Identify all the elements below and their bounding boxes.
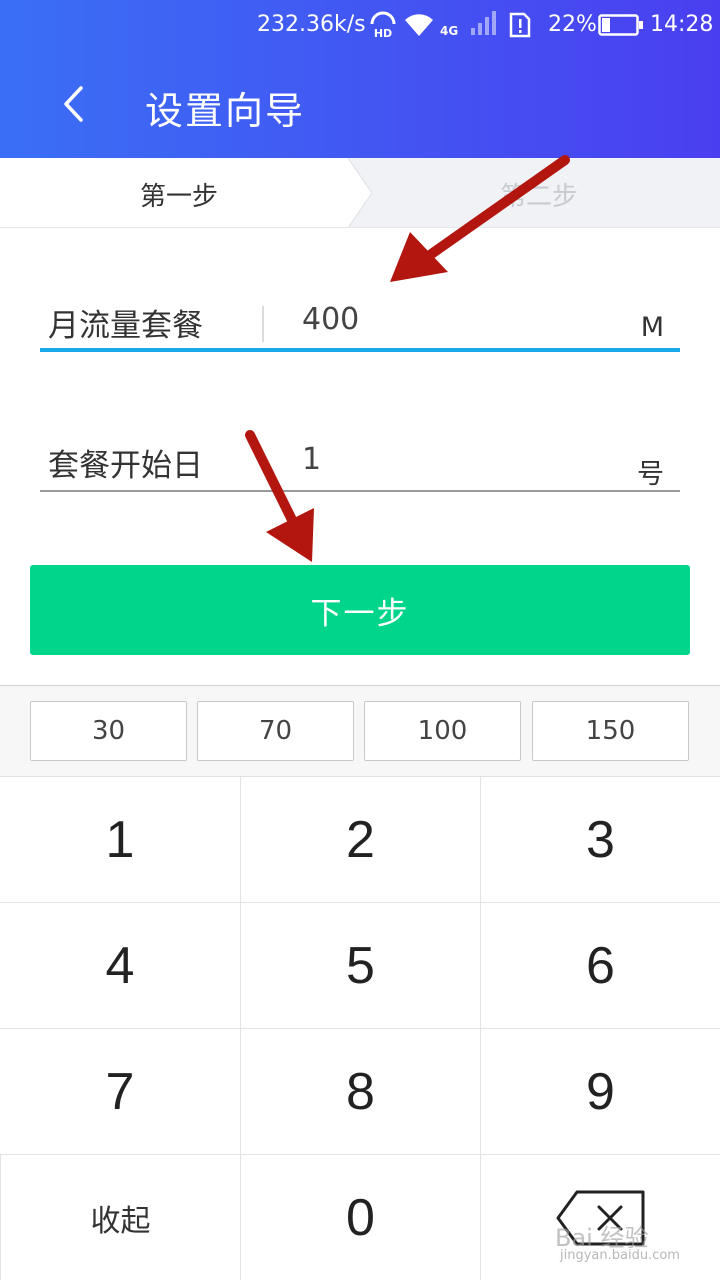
plan-start-day-field[interactable]: 套餐开始日 1 号: [40, 440, 680, 510]
monthly-plan-label: 月流量套餐: [48, 308, 203, 344]
signal-icon: [470, 10, 498, 43]
key-5[interactable]: 5: [241, 903, 481, 1029]
input-underline: [40, 490, 680, 492]
network-speed: 232.36k/s: [257, 12, 366, 37]
quick-value-button[interactable]: 30: [30, 701, 187, 761]
field-divider: [262, 306, 264, 342]
app-header: 232.36k/s HD 4G 22% 14:28 设置向导: [0, 0, 720, 158]
key-0[interactable]: 0: [241, 1155, 481, 1280]
hd-icon: HD: [368, 10, 398, 47]
key-2[interactable]: 2: [241, 777, 481, 903]
quick-value-button[interactable]: 100: [364, 701, 521, 761]
monthly-plan-field[interactable]: 月流量套餐 400 M: [40, 300, 680, 370]
title-bar: 设置向导: [0, 60, 720, 150]
wifi-icon: [404, 12, 434, 45]
key-4[interactable]: 4: [0, 903, 241, 1029]
quick-value-button[interactable]: 150: [532, 701, 689, 761]
key-1[interactable]: 1: [0, 777, 241, 903]
quick-values-bar: 30 70 100 150: [0, 685, 720, 777]
key-7[interactable]: 7: [0, 1029, 241, 1155]
key-9[interactable]: 9: [481, 1029, 720, 1155]
watermark-url: jingyan.baidu.com: [560, 1248, 680, 1263]
key-3[interactable]: 3: [481, 777, 720, 903]
numeric-keypad: 1 2 3 4 5 6 7 8 9 收起 0: [0, 777, 720, 1280]
plan-start-day-input[interactable]: 1: [302, 442, 321, 477]
input-underline-active: [40, 348, 680, 352]
collapse-keyboard-button[interactable]: 收起: [0, 1155, 241, 1280]
monthly-plan-unit: M: [640, 312, 664, 343]
network-type: 4G: [440, 24, 459, 38]
chevron-left-icon: [64, 86, 83, 122]
page-title: 设置向导: [145, 89, 306, 133]
plan-start-day-label: 套餐开始日: [48, 448, 203, 484]
battery-icon: [598, 14, 644, 43]
sim-alert-icon: [508, 12, 532, 45]
svg-text:HD: HD: [374, 27, 392, 40]
clock: 14:28: [650, 12, 714, 37]
status-bar: 232.36k/s HD 4G 22% 14:28: [0, 0, 720, 50]
next-step-button[interactable]: 下一步: [30, 565, 690, 655]
plan-start-day-unit: 号: [637, 459, 664, 490]
key-6[interactable]: 6: [481, 903, 720, 1029]
step-one-label: 第一步: [140, 182, 219, 212]
step-indicator: 第一步 第二步: [0, 158, 720, 228]
key-8[interactable]: 8: [241, 1029, 481, 1155]
back-button[interactable]: [48, 76, 98, 132]
step-two-label: 第二步: [500, 182, 579, 212]
battery-percent: 22%: [548, 12, 597, 37]
quick-value-button[interactable]: 70: [197, 701, 354, 761]
monthly-plan-input[interactable]: 400: [302, 302, 359, 337]
